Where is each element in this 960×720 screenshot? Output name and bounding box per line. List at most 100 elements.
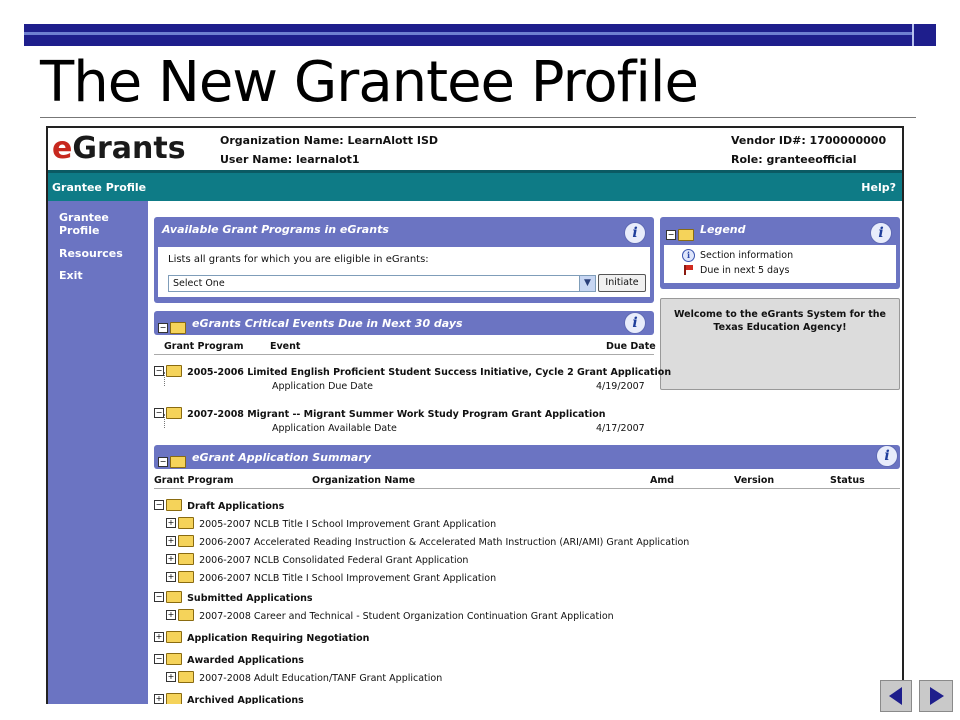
collapse-icon: − (158, 322, 168, 333)
submitted-applications-label: Submitted Applications (187, 593, 313, 604)
folder-icon (166, 630, 182, 643)
submitted-application-item[interactable]: + 2007-2008 Career and Technical - Stude… (166, 604, 614, 623)
collapse-icon[interactable]: − (154, 591, 164, 602)
summary-toggle[interactable]: − (158, 451, 186, 470)
column-due-date: Due Date (606, 341, 656, 352)
awarded-application-item[interactable]: + 2007-2008 Adult Education/TANF Grant A… (166, 666, 442, 685)
folder-icon (178, 534, 194, 547)
collapse-icon: − (158, 456, 168, 467)
folder-icon (166, 692, 182, 704)
expand-icon[interactable]: + (166, 609, 176, 620)
column-grant-program: Grant Program (164, 341, 244, 352)
critical-events-title: eGrants Critical Events Due in Next 30 d… (192, 317, 463, 330)
info-icon[interactable]: i (870, 222, 892, 244)
column-status: Status (830, 475, 865, 486)
available-grants-panel: Available Grant Programs in eGrants i Li… (154, 217, 654, 303)
chevron-down-icon[interactable]: ▼ (579, 276, 595, 291)
grant-program-select-value: Select One (173, 278, 225, 289)
folder-icon (166, 498, 182, 511)
slide-title: The New Grantee Profile (40, 50, 699, 115)
welcome-box: Welcome to the eGrants System for the Te… (660, 298, 900, 390)
folder-icon (178, 670, 194, 683)
folder-icon (678, 228, 694, 241)
next-slide-button[interactable] (919, 680, 953, 712)
help-link[interactable]: Help? (861, 181, 896, 194)
negotiation-applications-label: Application Requiring Negotiation (187, 633, 370, 644)
navbar-grantee-profile[interactable]: Grantee Profile (52, 181, 146, 194)
collapse-icon[interactable]: − (154, 407, 164, 418)
folder-icon (178, 516, 194, 529)
archived-applications-group[interactable]: + Archived Applications (154, 688, 304, 704)
expand-icon[interactable]: + (166, 553, 176, 564)
critical-event-group[interactable]: − 2005-2006 Limited English Proficient S… (154, 360, 671, 379)
critical-event-date: 4/19/2007 (596, 381, 645, 392)
triangle-left-icon (889, 687, 902, 705)
draft-application-item[interactable]: + 2006-2007 Accelerated Reading Instruct… (166, 530, 689, 549)
column-version: Version (734, 475, 775, 486)
info-icon[interactable]: i (624, 312, 646, 334)
collapse-icon[interactable]: − (154, 365, 164, 376)
legend-item-due-soon: Due in next 5 days (700, 265, 790, 276)
info-icon[interactable]: i (624, 222, 646, 244)
previous-slide-button[interactable] (880, 680, 912, 712)
divider (154, 488, 900, 489)
title-divider (40, 117, 916, 118)
draft-application-item[interactable]: + 2005-2007 NCLB Title I School Improvem… (166, 512, 496, 531)
legend-panel: − Legend i i Section information Due in … (660, 217, 900, 289)
folder-icon (178, 552, 194, 565)
welcome-text: Welcome to the eGrants System for the Te… (674, 309, 886, 333)
sidebar-item-resources[interactable]: Resources (59, 247, 139, 260)
application-name: 2006-2007 NCLB Title I School Improvemen… (199, 573, 497, 584)
legend-item-section-info: Section information (700, 250, 794, 261)
available-grants-body: Lists all grants for which you are eligi… (158, 247, 650, 297)
organization-name: Organization Name: LearnAlott ISD (220, 134, 439, 147)
draft-application-item[interactable]: + 2006-2007 NCLB Title I School Improvem… (166, 566, 496, 585)
collapse-icon[interactable]: − (154, 499, 164, 510)
awarded-applications-group[interactable]: − Awarded Applications (154, 648, 304, 667)
draft-application-item[interactable]: + 2006-2007 NCLB Consolidated Federal Gr… (166, 548, 468, 567)
expand-icon[interactable]: + (166, 571, 176, 582)
section-info-icon: i (682, 249, 695, 262)
negotiation-applications-group[interactable]: + Application Requiring Negotiation (154, 626, 369, 645)
collapse-icon[interactable]: − (154, 653, 164, 664)
folder-icon (170, 321, 186, 334)
expand-icon[interactable]: + (154, 693, 164, 704)
initiate-button[interactable]: Initiate (598, 274, 646, 292)
user-role: Role: granteeofficial (731, 153, 857, 166)
triangle-right-icon (930, 687, 944, 705)
info-icon[interactable]: i (876, 445, 898, 467)
legend-title: Legend (700, 223, 746, 236)
expand-icon[interactable]: + (166, 517, 176, 528)
vendor-id: Vendor ID#: 1700000000 (731, 134, 887, 147)
folder-icon (166, 364, 182, 377)
expand-icon[interactable]: + (166, 671, 176, 682)
critical-event-group[interactable]: − 2007-2008 Migrant -- Migrant Summer Wo… (154, 402, 606, 421)
flag-icon-cloth (686, 265, 693, 270)
grant-program-select[interactable]: Select One ▼ (168, 275, 596, 292)
submitted-applications-group[interactable]: − Submitted Applications (154, 586, 313, 605)
tree-line (164, 372, 166, 386)
draft-applications-label: Draft Applications (187, 501, 285, 512)
tree-line (164, 414, 166, 428)
sidebar-item-exit[interactable]: Exit (59, 269, 139, 282)
application-summary-title: eGrant Application Summary (192, 451, 371, 464)
sidebar: Grantee Profile Resources Exit (48, 201, 148, 704)
column-grant-program: Grant Program (154, 475, 234, 486)
application-name: 2005-2007 NCLB Title I School Improvemen… (199, 519, 497, 530)
application-summary-header: − eGrant Application Summary i (154, 445, 900, 469)
expand-icon[interactable]: + (154, 631, 164, 642)
expand-icon[interactable]: + (166, 535, 176, 546)
sidebar-item-grantee-profile[interactable]: Grantee Profile (59, 211, 139, 237)
critical-events-toggle[interactable]: − (158, 317, 186, 336)
available-grants-title: Available Grant Programs in eGrants (162, 223, 389, 236)
draft-applications-group[interactable]: − Draft Applications (154, 494, 284, 513)
legend-body: i Section information Due in next 5 days (664, 245, 896, 283)
egrants-logo: eGrants (52, 131, 186, 166)
application-name: 2006-2007 Accelerated Reading Instructio… (199, 537, 690, 548)
collapse-icon: − (666, 229, 676, 240)
divider (154, 354, 654, 355)
legend-tree-toggle[interactable]: − (666, 224, 694, 243)
folder-icon (166, 590, 182, 603)
slide-top-bar-square (912, 24, 936, 46)
app-header: eGrants Organization Name: LearnAlott IS… (48, 128, 902, 173)
